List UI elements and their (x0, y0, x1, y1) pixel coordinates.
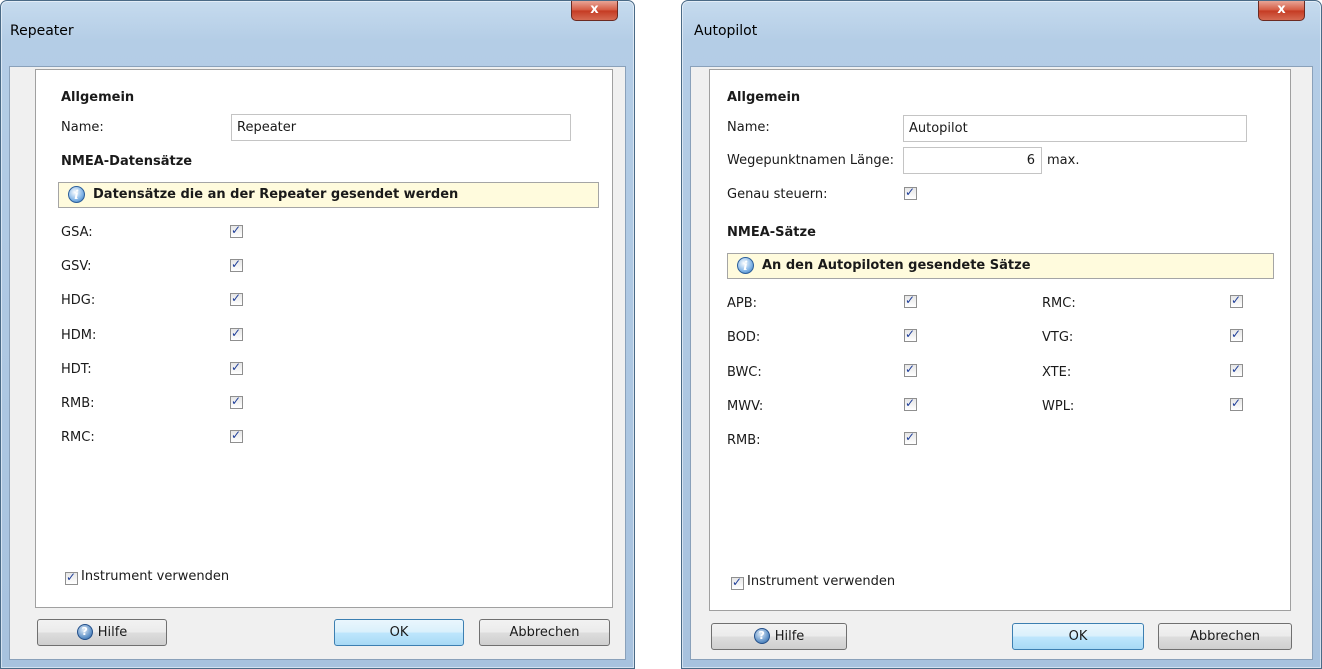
sentence-checkbox-hdm[interactable] (230, 326, 243, 341)
autopilot-close-button[interactable]: x (1258, 1, 1305, 21)
waypoint-length-suffix: max. (1047, 153, 1080, 168)
autopilot-help-label: Hilfe (774, 629, 805, 644)
autopilot-settings-panel: Allgemein Name: Autopilot Wegepunktnamen… (709, 69, 1291, 611)
sentence-label-wpl: WPL: (1042, 399, 1075, 414)
autopilot-ok-button[interactable]: OK (1012, 623, 1144, 650)
autopilot-info-bar: i An den Autopiloten gesendete Sätze (727, 253, 1274, 279)
waypoint-length-label: Wegepunktnamen Länge: (727, 153, 895, 168)
repeater-name-label: Name: (61, 120, 104, 135)
sentence-label-rmb: RMB: (61, 396, 95, 411)
autopilot-title: Autopilot (694, 23, 758, 39)
repeater-use-instrument-label[interactable]: Instrument verwenden (81, 569, 229, 584)
sentence-label-rmb: RMB: (727, 433, 761, 448)
sentence-checkbox-wpl[interactable] (1230, 396, 1243, 411)
steer-exactly-label: Genau steuern: (727, 187, 828, 202)
help-icon: ? (76, 623, 93, 640)
sentence-checkbox-hdg[interactable] (230, 291, 243, 306)
sentence-label-gsa: GSA: (61, 225, 93, 240)
autopilot-dialog: Autopilot x Allgemein Name: Autopilot We… (681, 0, 1322, 669)
sentence-checkbox-hdt[interactable] (230, 360, 243, 375)
help-icon: ? (753, 627, 770, 644)
repeater-name-input[interactable]: Repeater (231, 114, 571, 141)
sentence-label-rmc: RMC: (61, 430, 95, 445)
repeater-info-text: Datensätze die an der Repeater gesendet … (93, 187, 459, 202)
sentence-label-hdt: HDT: (61, 362, 92, 377)
autopilot-info-text: An den Autopiloten gesendete Sätze (762, 258, 1031, 273)
sentence-checkbox-rmc[interactable] (230, 428, 243, 443)
sentence-checkbox-apb[interactable] (904, 293, 917, 308)
repeater-general-heading: Allgemein (61, 90, 135, 105)
sentence-checkbox-xte[interactable] (1230, 362, 1243, 377)
sentence-checkbox-rmb[interactable] (230, 394, 243, 409)
repeater-dialog: Repeater x Allgemein Name: Repeater NMEA… (0, 0, 635, 669)
repeater-close-button[interactable]: x (571, 1, 618, 21)
repeater-help-button[interactable]: ? Hilfe (37, 619, 167, 646)
autopilot-client-area: Allgemein Name: Autopilot Wegepunktnamen… (690, 66, 1313, 660)
sentence-checkbox-rmc[interactable] (1230, 293, 1243, 308)
sentence-label-vtg: VTG: (1042, 330, 1074, 345)
autopilot-help-button[interactable]: ? Hilfe (711, 623, 847, 650)
repeater-use-instrument-checkbox[interactable] (65, 570, 78, 585)
repeater-titlebar[interactable]: Repeater x (1, 1, 634, 59)
info-icon: i (68, 186, 85, 203)
autopilot-titlebar[interactable]: Autopilot x (682, 1, 1321, 59)
repeater-title: Repeater (10, 23, 74, 39)
repeater-nmea-heading: NMEA-Datensätze (61, 154, 193, 169)
sentence-label-bod: BOD: (727, 330, 761, 345)
waypoint-length-input[interactable]: 6 (903, 147, 1042, 174)
autopilot-use-instrument-checkbox[interactable] (731, 575, 744, 590)
sentence-checkbox-bod[interactable] (904, 327, 917, 342)
repeater-ok-button[interactable]: OK (334, 619, 464, 646)
autopilot-general-heading: Allgemein (727, 90, 801, 105)
sentence-label-gsv: GSV: (61, 259, 92, 274)
autopilot-name-input[interactable]: Autopilot (903, 115, 1247, 142)
sentence-checkbox-vtg[interactable] (1230, 327, 1243, 342)
sentence-label-xte: XTE: (1042, 365, 1072, 380)
repeater-help-label: Hilfe (97, 625, 128, 640)
sentence-checkbox-gsv[interactable] (230, 257, 243, 272)
sentence-label-mwv: MWV: (727, 399, 764, 414)
repeater-cancel-button[interactable]: Abbrechen (479, 619, 610, 646)
autopilot-nmea-heading: NMEA-Sätze (727, 225, 816, 240)
steer-exactly-checkbox[interactable] (904, 185, 917, 200)
autopilot-name-label: Name: (727, 120, 770, 135)
sentence-label-rmc: RMC: (1042, 296, 1076, 311)
repeater-settings-panel: Allgemein Name: Repeater NMEA-Datensätze… (35, 69, 613, 608)
sentence-checkbox-mwv[interactable] (904, 396, 917, 411)
sentence-checkbox-bwc[interactable] (904, 362, 917, 377)
sentence-checkbox-rmb[interactable] (904, 430, 917, 445)
autopilot-cancel-button[interactable]: Abbrechen (1158, 623, 1292, 650)
sentence-label-bwc: BWC: (727, 365, 762, 380)
sentence-label-apb: APB: (727, 296, 758, 311)
sentence-label-hdg: HDG: (61, 293, 96, 308)
sentence-checkbox-gsa[interactable] (230, 223, 243, 238)
repeater-info-bar: i Datensätze die an der Repeater gesende… (58, 182, 599, 208)
autopilot-use-instrument-label[interactable]: Instrument verwenden (747, 574, 895, 589)
sentence-label-hdm: HDM: (61, 328, 97, 343)
repeater-client-area: Allgemein Name: Repeater NMEA-Datensätze… (9, 66, 626, 660)
info-icon: i (737, 257, 754, 274)
